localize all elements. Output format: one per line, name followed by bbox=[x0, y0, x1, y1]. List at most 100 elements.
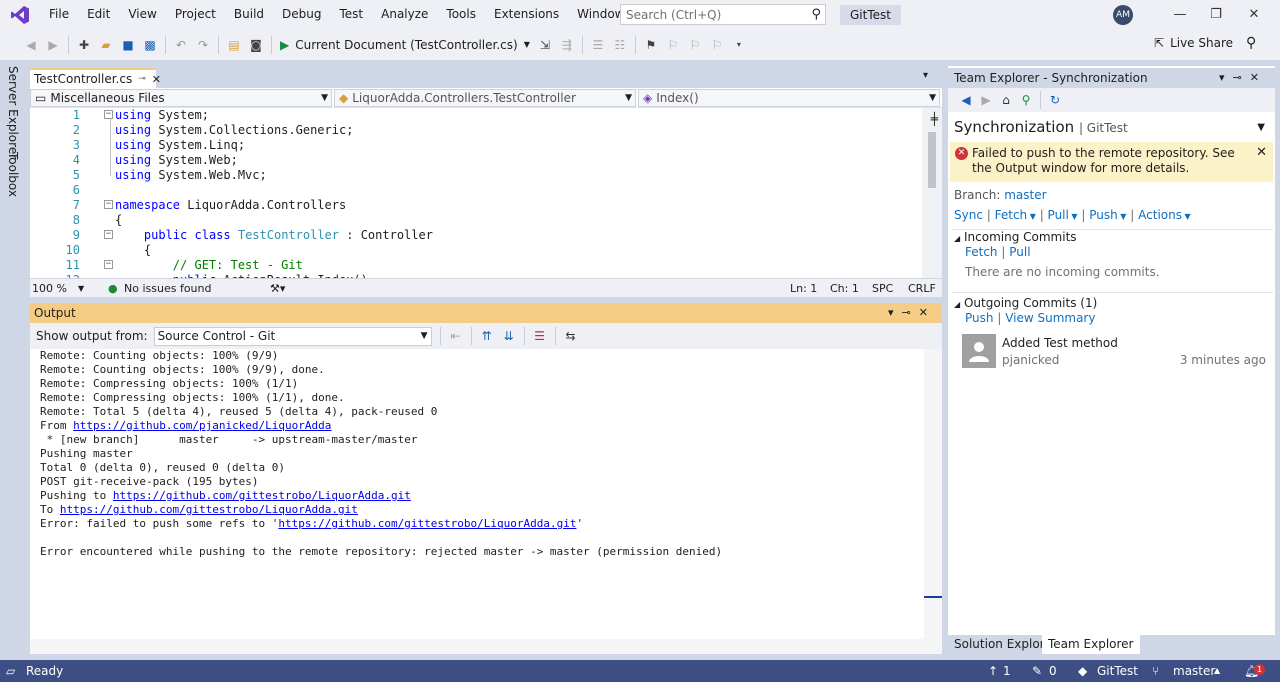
code-line[interactable]: 5 using System.Web.Mvc; bbox=[30, 168, 922, 183]
menu-extensions[interactable]: Extensions bbox=[485, 0, 568, 29]
close-tab-icon[interactable]: ✕ bbox=[152, 71, 161, 88]
comment-icon[interactable]: ☰ bbox=[587, 34, 609, 56]
unpushed-commits-count[interactable]: 1 bbox=[1003, 660, 1011, 682]
visual-studio-logo-icon[interactable] bbox=[0, 0, 40, 29]
editor-scrollbar[interactable] bbox=[922, 108, 942, 278]
menu-debug[interactable]: Debug bbox=[273, 0, 330, 29]
incoming-pull-link[interactable]: Pull bbox=[1009, 245, 1030, 259]
menu-test[interactable]: Test bbox=[330, 0, 372, 29]
output-window-controls[interactable]: ▾⊸✕ bbox=[888, 303, 936, 323]
toggle-icon[interactable]: ⇶ bbox=[556, 34, 578, 56]
incoming-fetch-link[interactable]: Fetch bbox=[965, 245, 998, 259]
pending-changes-count[interactable]: 0 bbox=[1049, 660, 1057, 682]
home-icon[interactable]: ⌂ bbox=[996, 90, 1016, 110]
view-summary-link[interactable]: View Summary bbox=[1005, 311, 1095, 325]
feedback-icon[interactable]: ⚲ bbox=[1246, 35, 1256, 51]
outgoing-section-header[interactable]: ◢ Outgoing Commits (1) bbox=[954, 296, 1097, 310]
chevron-down-icon[interactable]: ▼ bbox=[1069, 212, 1077, 221]
chevron-down-icon[interactable]: ▼ bbox=[1182, 212, 1191, 221]
page-dropdown-icon[interactable]: ▼ bbox=[1257, 122, 1265, 133]
close-banner-icon[interactable]: ✕ bbox=[1256, 145, 1267, 160]
collapse-region-icon[interactable]: − bbox=[104, 200, 113, 209]
find-message-icon[interactable]: ⇤ bbox=[445, 326, 467, 346]
fetch-link[interactable]: Fetch bbox=[995, 208, 1028, 222]
toolbar-options-icon[interactable]: ▾ bbox=[728, 34, 750, 56]
back-icon[interactable]: ◀ bbox=[956, 90, 976, 110]
chevron-down-icon[interactable]: ▼ bbox=[1118, 212, 1126, 221]
zoom-dropdown[interactable]: 100 % bbox=[32, 282, 67, 295]
menu-view[interactable]: View bbox=[119, 0, 165, 29]
outgoing-push-link[interactable]: Push bbox=[965, 311, 994, 325]
commit-message[interactable]: Added Test method bbox=[1002, 336, 1118, 350]
incoming-section-header[interactable]: ◢ Incoming Commits bbox=[954, 230, 1077, 244]
scrollbar-thumb[interactable] bbox=[928, 132, 936, 188]
code-line[interactable]: 10 { bbox=[30, 243, 922, 258]
server-explorer-tab[interactable]: Server Explorer bbox=[6, 66, 20, 159]
new-project-icon[interactable]: ✚ bbox=[73, 34, 95, 56]
issues-label[interactable]: No issues found bbox=[124, 282, 211, 295]
project-dropdown[interactable]: ▭ Miscellaneous Files ▼ bbox=[30, 89, 332, 107]
code-line[interactable]: 1 − using System; bbox=[30, 108, 922, 123]
collapse-region-icon[interactable]: − bbox=[104, 110, 113, 119]
save-icon[interactable]: ■ bbox=[117, 34, 139, 56]
code-cleanup-icon[interactable]: ⚒▾ bbox=[270, 282, 285, 295]
code-line[interactable]: 4 using System.Web; bbox=[30, 153, 922, 168]
branch-name[interactable]: master bbox=[1173, 660, 1215, 682]
open-file-icon[interactable]: ▰ bbox=[95, 34, 117, 56]
member-dropdown[interactable]: ◈ Index() ▼ bbox=[638, 89, 940, 107]
save-all-icon[interactable]: ▩ bbox=[139, 34, 161, 56]
start-debugging-button[interactable]: ▶ Current Document (TestController.cs) ▼ bbox=[276, 38, 534, 52]
navigate-forward-icon[interactable]: ▶ bbox=[42, 34, 64, 56]
output-url-link[interactable]: https://github.com/gittestrobo/LiquorAdd… bbox=[278, 517, 576, 530]
code-line[interactable]: 2 using System.Collections.Generic; bbox=[30, 123, 922, 138]
refresh-icon[interactable]: ↻ bbox=[1045, 90, 1065, 110]
screenshot-icon[interactable]: ◙ bbox=[245, 34, 267, 56]
next-message-icon[interactable]: ⇊ bbox=[498, 326, 520, 346]
bookmark-icon[interactable]: ⚑ bbox=[640, 34, 662, 56]
menu-edit[interactable]: Edit bbox=[78, 0, 119, 29]
repository-name[interactable]: GitTest bbox=[1097, 660, 1138, 682]
push-link[interactable]: Push bbox=[1089, 208, 1118, 222]
code-line[interactable]: 8{ bbox=[30, 213, 922, 228]
clear-bookmarks-icon[interactable]: ⚐ bbox=[706, 34, 728, 56]
code-line[interactable]: 7 − namespace LiquorAdda.Controllers bbox=[30, 198, 922, 213]
next-bookmark-icon[interactable]: ⚐ bbox=[684, 34, 706, 56]
redo-icon[interactable]: ↷ bbox=[192, 34, 214, 56]
code-text-area[interactable]: 1− using System; 2 using System.Collections… bbox=[30, 108, 922, 278]
restore-icon[interactable]: ❐ bbox=[1198, 0, 1234, 29]
previous-message-icon[interactable]: ⇈ bbox=[476, 326, 498, 346]
code-line[interactable]: 11 − // GET: Test - Git bbox=[30, 258, 922, 273]
menu-project[interactable]: Project bbox=[166, 0, 225, 29]
chevron-down-icon[interactable]: ▼ bbox=[1027, 212, 1036, 221]
sync-link[interactable]: Sync bbox=[954, 208, 983, 222]
team-explorer-window-controls[interactable]: ▾⊸✕ bbox=[1219, 68, 1267, 88]
class-dropdown[interactable]: ◆ LiquorAdda.Controllers.TestController … bbox=[334, 89, 636, 107]
undo-icon[interactable]: ↶ bbox=[170, 34, 192, 56]
connect-icon[interactable]: ⚲ bbox=[1016, 90, 1036, 110]
output-text-area[interactable]: Remote: Counting objects: 100% (9/9) Remo… bbox=[40, 349, 920, 639]
repository-icon[interactable]: ◆ bbox=[1078, 660, 1087, 682]
word-wrap-icon[interactable]: ⇆ bbox=[560, 326, 582, 346]
menu-analyze[interactable]: Analyze bbox=[372, 0, 437, 29]
code-line[interactable]: 6 bbox=[30, 183, 922, 198]
menu-file[interactable]: File bbox=[40, 0, 78, 29]
branch-link[interactable]: master bbox=[1004, 188, 1046, 202]
split-editor-icon[interactable]: ╪ bbox=[931, 112, 938, 126]
navigate-back-icon[interactable]: ◀ bbox=[20, 34, 42, 56]
output-source-dropdown[interactable]: Source Control - Git ▼ bbox=[153, 326, 432, 346]
unpushed-commits-icon[interactable]: ↑ bbox=[988, 660, 998, 682]
output-url-link[interactable]: https://github.com/gittestrobo/LiquorAdd… bbox=[113, 489, 411, 502]
forward-icon[interactable]: ▶ bbox=[976, 90, 996, 110]
output-url-link[interactable]: https://github.com/pjanicked/LiquorAdda bbox=[73, 419, 331, 432]
code-line[interactable]: 3 using System.Linq; bbox=[30, 138, 922, 153]
step-icon[interactable]: ⇲ bbox=[534, 34, 556, 56]
prev-bookmark-icon[interactable]: ⚐ bbox=[662, 34, 684, 56]
solution-name-badge[interactable]: GitTest bbox=[840, 5, 901, 25]
output-horizontal-scrollbar[interactable] bbox=[30, 639, 942, 654]
output-url-link[interactable]: https://github.com/gittestrobo/LiquorAdd… bbox=[60, 503, 358, 516]
actions-link[interactable]: Actions bbox=[1138, 208, 1182, 222]
branch-icon[interactable]: ⑂ bbox=[1152, 660, 1159, 682]
chevron-down-icon[interactable]: ▼ bbox=[78, 284, 84, 293]
find-in-files-icon[interactable]: ▤ bbox=[223, 34, 245, 56]
clear-all-icon[interactable]: ☰ bbox=[529, 326, 551, 346]
